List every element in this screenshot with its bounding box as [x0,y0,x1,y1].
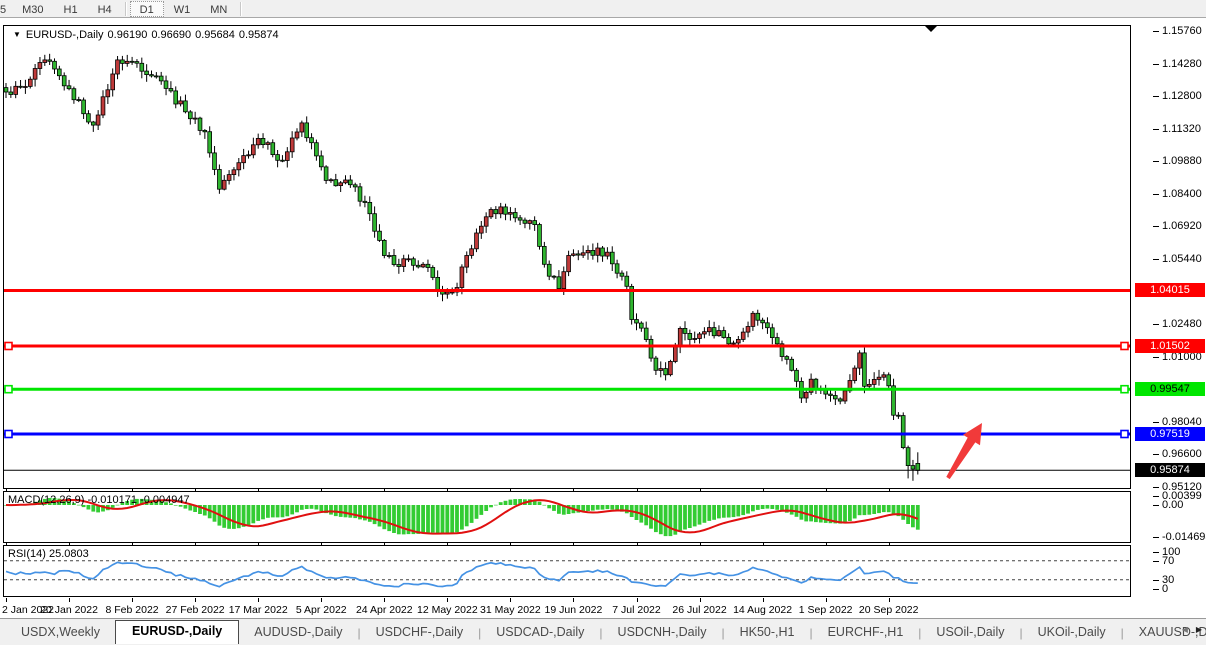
axis-tick-label: 0 [1162,583,1168,595]
price-axis[interactable]: 1.15760 1.14280 1.12800 1.11320 1.09880 1.084… [1131,18,1206,618]
timeframe-toolbar: 5M30H1H4 D1W1MN [0,0,1206,18]
price-level-badge: 1.01502 [1135,339,1205,353]
tab-ukoil-daily[interactable]: UKOil-,Daily [1023,622,1121,643]
date-label: 19 Jun 2022 [542,604,604,616]
hline-handle[interactable] [5,431,12,438]
date-label: 27 Feb 2022 [164,604,226,616]
chart-dropdown-icon[interactable]: ▼ [13,30,21,39]
price-level-badge: 1.04015 [1135,283,1205,297]
tab-scroll-buttons: ◀ ▶ [1182,625,1202,634]
current-price-badge: 0.95874 [1135,463,1205,477]
ohlc-open: 0.96190 [108,29,148,41]
timeframe-button-M30[interactable]: M30 [12,1,53,17]
rsi-pane[interactable]: RSI(14) 25.0803 [3,545,1131,597]
metatrader-window: 5M30H1H4D1W1MN ▼EURUSD-,Daily0.961900.96… [0,0,1206,645]
chart-shift-icon [925,26,937,32]
chart-window[interactable]: ▼ EURUSD-,Daily 0.961900.96690 0.95684 0.958… [0,18,1206,618]
date-label: 8 Feb 2022 [101,604,163,616]
timeframe-button-MN[interactable]: MN [200,1,237,17]
axis-tick-label: -0.014693 [1162,531,1206,543]
macd-pane[interactable]: MACD(12,26,9) -0.010171 -0.004947 [3,491,1131,543]
date-label: 12 May 2022 [416,604,478,616]
price-level-badge: 0.97519 [1135,427,1205,441]
axis-tick-label: 1.09880 [1162,155,1202,167]
ohlc-low: 0.95684 [195,29,235,41]
tab-scroll-left-icon[interactable]: ◀ [1182,625,1188,634]
rsi-label: RSI(14) 25.0803 [8,548,89,560]
candles-group [4,54,920,481]
axis-tick-label: 1.11320 [1162,123,1201,135]
hline-handle[interactable] [1121,386,1128,393]
hline-handle[interactable] [1121,343,1128,350]
tab-usdcnh-daily[interactable]: USDCNH-,Daily [603,622,722,643]
hline-handle[interactable] [1121,431,1128,438]
hline-handle[interactable] [5,343,12,350]
date-label: 17 Mar 2022 [227,604,289,616]
hline-handle[interactable] [5,386,12,393]
tab-eurusd-daily[interactable]: EURUSD-,Daily [115,620,239,644]
date-label: 20 Jan 2022 [38,604,100,616]
tab-hk50-h1[interactable]: HK50-,H1 [725,622,810,643]
chart-tabs: USDX,WeeklyEURUSD-,DailyAUDUSD-,Daily|US… [6,621,1206,643]
axis-tick-label: 1.12800 [1162,90,1202,102]
axis-tick-label: 1.08400 [1162,188,1202,200]
chart-title: ▼ EURUSD-,Daily 0.961900.96690 0.95684 0.958… [13,29,283,41]
date-label: 31 May 2022 [479,604,541,616]
date-label: 24 Apr 2022 [353,604,415,616]
date-label: 1 Sep 2022 [795,604,857,616]
timeframe-button-W1[interactable]: W1 [164,1,201,17]
price-level-badge: 0.99547 [1135,382,1205,396]
date-label: 5 Apr 2022 [290,604,352,616]
ohlc-high: 0.96690 [151,29,191,41]
candlestick-chart[interactable] [4,26,1130,488]
timeframe-button-H1[interactable]: H1 [54,1,88,17]
axis-tick-label: 1.05440 [1162,253,1202,265]
axis-tick-label: 70 [1162,555,1174,567]
axis-tick-label: 1.02480 [1162,318,1202,330]
axis-tick-label: 1.06920 [1162,220,1202,232]
ohlc-close: 0.95874 [239,29,279,41]
timeframe-button-D1[interactable]: D1 [130,1,164,17]
axis-tick-label: 1.15760 [1162,25,1202,37]
tab-eurchf-h1[interactable]: EURCHF-,H1 [813,622,919,643]
toolbar-separator [240,2,242,16]
tab-usdchf-daily[interactable]: USDCHF-,Daily [361,622,479,643]
tab-audusd-daily[interactable]: AUDUSD-,Daily [239,622,357,643]
axis-tick-label: 1.14280 [1162,58,1202,70]
price-pane[interactable]: ▼ EURUSD-,Daily 0.961900.96690 0.95684 0.958… [3,25,1131,489]
tab-usdcad-daily[interactable]: USDCAD-,Daily [481,622,599,643]
axis-tick-label: 0.00 [1162,499,1183,511]
tab-usoil-daily[interactable]: USOil-,Daily [921,622,1019,643]
date-label: 14 Aug 2022 [732,604,794,616]
tab-usdx-weekly[interactable]: USDX,Weekly [6,622,115,643]
tab-scroll-right-icon[interactable]: ▶ [1196,625,1202,634]
chart-symbol-period: EURUSD-,Daily [26,29,104,41]
timeframe-button-H4[interactable]: H4 [88,1,122,17]
axis-tick-label: 0.96600 [1162,448,1202,460]
rsi-indicator[interactable] [4,546,1130,596]
macd-label: MACD(12,26,9) -0.010171 -0.004947 [8,494,190,506]
chart-tab-bar: USDX,WeeklyEURUSD-,DailyAUDUSD-,Daily|US… [0,618,1206,645]
date-label: 20 Sep 2022 [858,604,920,616]
timeframe-button-5[interactable]: 5 [0,1,12,17]
rsi-line [6,562,918,586]
toolbar-separator [125,2,127,16]
date-label: 7 Jul 2022 [606,604,668,616]
date-axis[interactable]: 2 Jan 202220 Jan 20228 Feb 202227 Feb 20… [0,598,1131,618]
date-label: 26 Jul 2022 [669,604,731,616]
